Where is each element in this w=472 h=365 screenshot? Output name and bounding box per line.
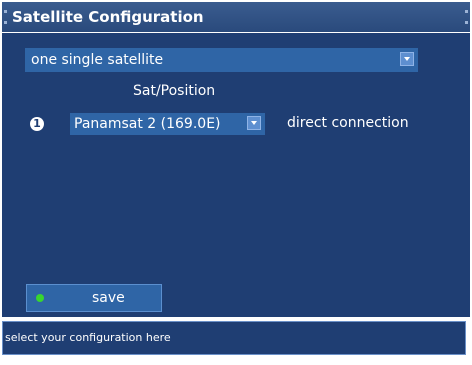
save-button[interactable]: save bbox=[26, 284, 162, 312]
config-panel: one single satellite Sat/Position 1 Pana… bbox=[2, 33, 470, 317]
configuration-value: one single satellite bbox=[31, 52, 164, 68]
connection-type-label: direct connection bbox=[287, 115, 409, 131]
window-title: Satellite Configuration bbox=[12, 8, 204, 26]
title-corner-left bbox=[4, 10, 7, 24]
configuration-dropdown[interactable]: one single satellite bbox=[25, 48, 418, 72]
save-label: save bbox=[92, 290, 125, 306]
status-text: select your configuration here bbox=[5, 331, 171, 344]
satellite-number-badge: 1 bbox=[30, 117, 44, 131]
satellite-config-window: Satellite Configuration one single satel… bbox=[0, 0, 472, 365]
title-bar: Satellite Configuration bbox=[2, 2, 470, 32]
green-dot-icon bbox=[36, 294, 44, 302]
sat-position-header: Sat/Position bbox=[133, 83, 216, 99]
chevron-down-icon[interactable] bbox=[400, 52, 414, 66]
sat-position-dropdown[interactable]: Panamsat 2 (169.0E) bbox=[70, 113, 265, 135]
title-corner-right bbox=[465, 10, 468, 24]
chevron-down-icon[interactable] bbox=[247, 116, 261, 130]
sat-position-value: Panamsat 2 (169.0E) bbox=[74, 116, 221, 132]
status-bar: select your configuration here bbox=[2, 321, 466, 355]
